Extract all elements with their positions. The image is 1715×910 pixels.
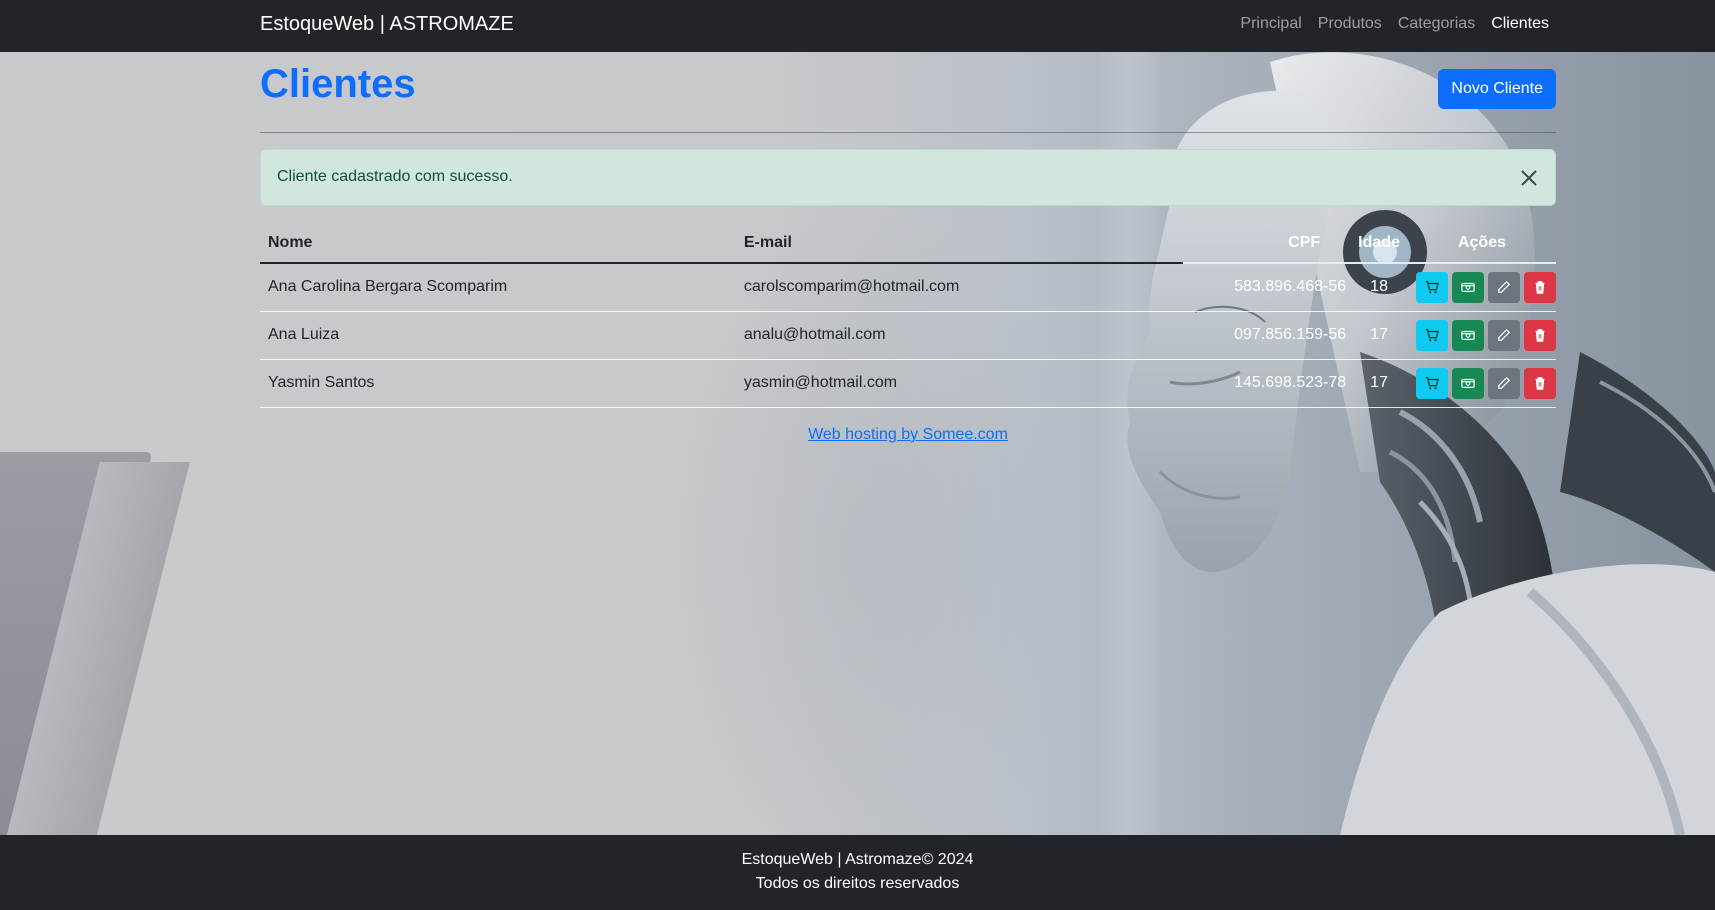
cell-acoes	[1407, 311, 1556, 360]
header-acoes: Ações	[1407, 224, 1556, 264]
cash-button[interactable]	[1451, 367, 1484, 399]
table-header-row: Nome E-mail CPF Idade Ações	[260, 224, 1556, 264]
table-row: Yasmin Santos yasmin@hotmail.com 145.698…	[260, 359, 1556, 408]
edit-button[interactable]	[1487, 271, 1520, 303]
pencil-icon	[1498, 376, 1511, 389]
cash-button[interactable]	[1451, 271, 1484, 303]
cash-icon	[1461, 330, 1475, 340]
cell-email: carolscomparim@hotmail.com	[735, 263, 1184, 312]
cart-button[interactable]	[1415, 319, 1448, 351]
trash-icon	[1535, 329, 1545, 342]
cell-nome: Ana Luiza	[260, 311, 736, 360]
pencil-icon	[1498, 281, 1511, 294]
delete-button[interactable]	[1523, 319, 1556, 351]
cell-cpf: 145.698.523-78	[1183, 359, 1351, 408]
cell-email: yasmin@hotmail.com	[735, 359, 1184, 408]
nav-link-categorias[interactable]: Categorias	[1398, 15, 1475, 33]
page-footer: EstoqueWeb | Astromaze© 2024 Todos os di…	[0, 835, 1715, 910]
footer-copyright: EstoqueWeb | Astromaze© 2024	[741, 851, 974, 868]
clients-table: Nome E-mail CPF Idade Ações Ana Carolina…	[260, 224, 1556, 408]
alert-close-button[interactable]	[1515, 164, 1543, 192]
cell-acoes	[1407, 263, 1556, 312]
cart-button[interactable]	[1415, 367, 1448, 399]
new-client-button[interactable]: Novo Cliente	[1438, 69, 1556, 109]
hosting-link[interactable]: Web hosting by Somee.com	[808, 426, 1008, 443]
table-row: Ana Carolina Bergara Scomparim carolscom…	[260, 263, 1556, 312]
cell-idade: 18	[1350, 263, 1408, 312]
cart-icon	[1425, 377, 1439, 390]
pencil-icon	[1498, 328, 1511, 341]
nav-links: Principal Produtos Categorias Clientes	[1240, 15, 1549, 33]
title-divider	[260, 132, 1556, 133]
cell-acoes	[1407, 359, 1556, 408]
cell-nome: Ana Carolina Bergara Scomparim	[260, 263, 736, 312]
edit-button[interactable]	[1487, 367, 1520, 399]
cash-icon	[1461, 283, 1475, 293]
nav-link-principal[interactable]: Principal	[1240, 15, 1301, 33]
table-row: Ana Luiza analu@hotmail.com 097.856.159-…	[260, 311, 1556, 360]
cell-email: analu@hotmail.com	[735, 311, 1184, 360]
cell-cpf: 097.856.159-56	[1183, 311, 1351, 360]
header-cpf: CPF	[1183, 224, 1351, 264]
hosting-link-wrapper: Web hosting by Somee.com	[260, 426, 1556, 444]
top-navbar: EstoqueWeb | ASTROMAZE Principal Produto…	[0, 0, 1715, 52]
cash-button[interactable]	[1451, 319, 1484, 351]
footer-rights: Todos os direitos reservados	[755, 875, 960, 892]
alert-message: Cliente cadastrado com sucesso.	[277, 168, 513, 185]
header-email: E-mail	[735, 224, 1184, 264]
delete-button[interactable]	[1523, 367, 1556, 399]
delete-button[interactable]	[1523, 271, 1556, 303]
header-nome: Nome	[260, 224, 736, 264]
success-alert: Cliente cadastrado com sucesso.	[260, 149, 1556, 206]
cell-nome: Yasmin Santos	[260, 359, 736, 408]
nav-link-clientes[interactable]: Clientes	[1491, 15, 1549, 33]
close-icon	[1521, 170, 1537, 186]
cart-button[interactable]	[1415, 271, 1448, 303]
cell-idade: 17	[1350, 359, 1408, 408]
trash-icon	[1535, 281, 1545, 295]
cash-icon	[1461, 378, 1475, 388]
cell-idade: 17	[1350, 311, 1408, 360]
page-title: Clientes	[260, 62, 416, 106]
nav-link-produtos[interactable]: Produtos	[1318, 15, 1382, 33]
trash-icon	[1535, 377, 1545, 390]
cart-icon	[1425, 281, 1439, 294]
navbar-brand[interactable]: EstoqueWeb | ASTROMAZE	[260, 13, 514, 36]
cart-icon	[1425, 329, 1439, 342]
cell-cpf: 583.896.468-56	[1183, 263, 1351, 312]
header-idade: Idade	[1350, 224, 1408, 264]
edit-button[interactable]	[1487, 319, 1520, 351]
